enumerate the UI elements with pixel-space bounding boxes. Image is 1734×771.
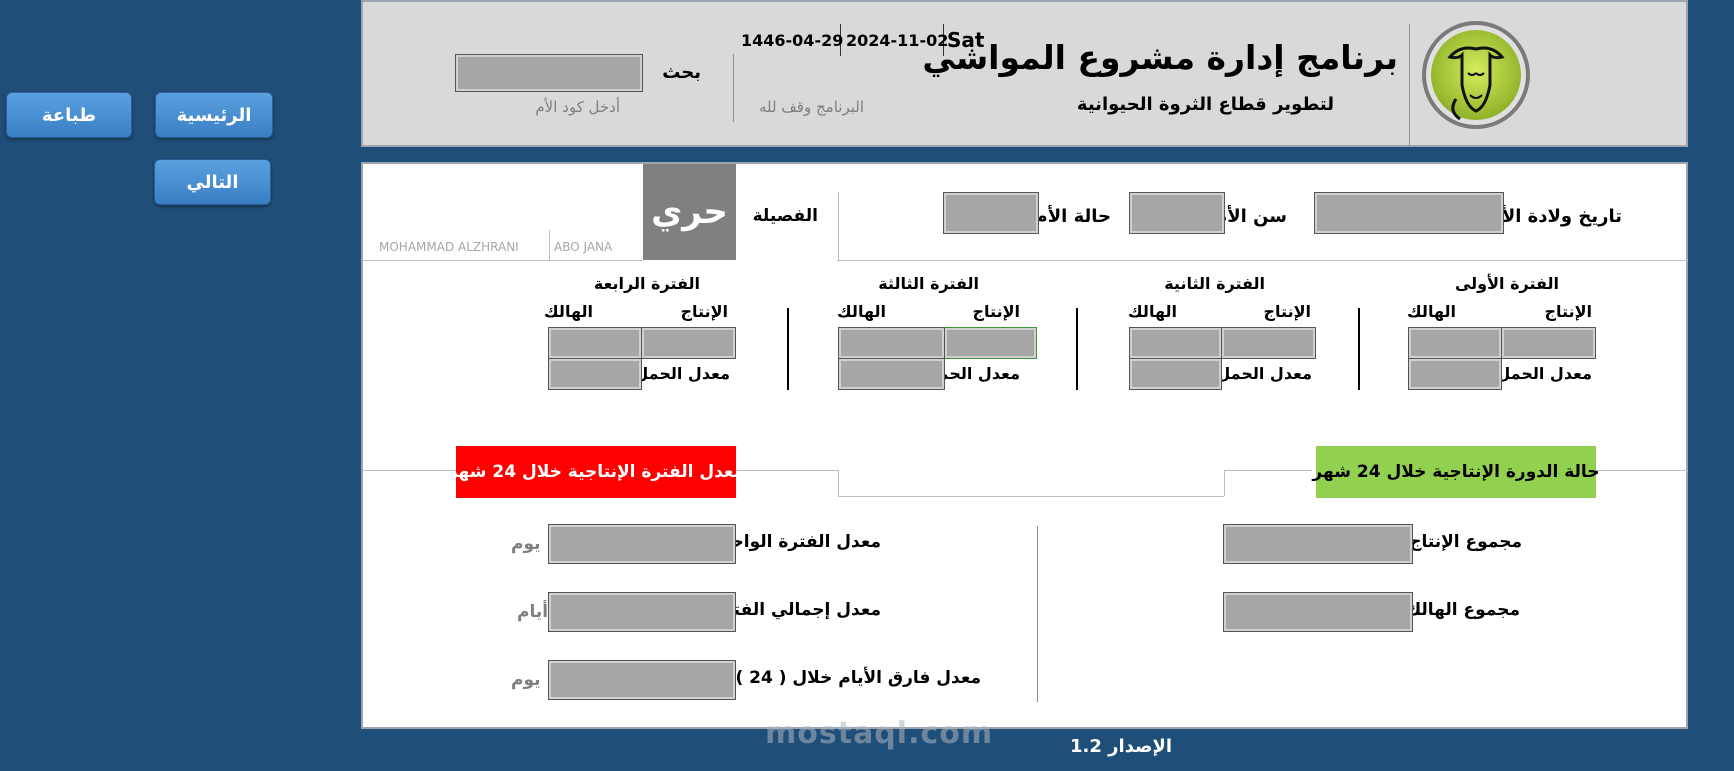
total-dead-label: مجموع الهالك <box>1405 600 1520 620</box>
days-diff-field[interactable] <box>548 660 736 700</box>
single-period-label: معدل الفترة الواحدة <box>711 532 881 552</box>
period-rate-badge: معدل الفترة الإنتاجية خلال 24 شهر <box>448 446 744 498</box>
app-title: برنامج إدارة مشروع المواشي <box>922 38 1398 77</box>
date-gregorian: 2024-11-02 <box>846 31 949 50</box>
sheep-logo-icon <box>1422 21 1530 129</box>
total-period-field[interactable] <box>548 592 736 632</box>
search-label: بحث <box>662 62 701 83</box>
period-1-pregnancy-label: معدل الحمل <box>1496 364 1592 383</box>
date-hijri: 1446-04-29 <box>741 31 844 50</box>
day-label: Sat <box>947 28 985 52</box>
period-2-dead-label: الهالك <box>1128 302 1177 321</box>
period-2-pregnancy-field[interactable] <box>1129 358 1222 390</box>
mother-age-label: سن الأم <box>1214 206 1287 227</box>
period-2-production-field[interactable] <box>1221 327 1316 359</box>
period-2-dead-field[interactable] <box>1129 327 1222 359</box>
period-4-title: الفترة الرابعة <box>593 274 700 293</box>
period-1-production-label: الإنتاج <box>1544 302 1592 321</box>
search-input[interactable] <box>455 54 643 92</box>
single-period-field[interactable] <box>548 524 736 564</box>
birth-date-field[interactable] <box>1314 192 1504 234</box>
app-subtitle: لتطوير قطاع الثروة الحيوانية <box>1076 94 1334 115</box>
period-1-title: الفترة الأولى <box>1454 274 1559 293</box>
version-label: الإصدار 1.2 <box>1070 736 1173 757</box>
period-3-dead-label: الهالك <box>837 302 886 321</box>
period-4-dead-label: الهالك <box>544 302 593 321</box>
birth-date-label: تاريخ ولادة الأم <box>1488 206 1622 227</box>
cycle-status-badge: حالة الدورة الإنتاجية خلال 24 شهر <box>1312 446 1600 498</box>
period-4-pregnancy-field[interactable] <box>548 358 642 390</box>
next-button[interactable]: التالي <box>154 159 271 205</box>
period-4-production-label: الإنتاج <box>680 302 728 321</box>
waqf-note: البرنامج وقف لله <box>758 98 864 116</box>
period-3-dead-field[interactable] <box>838 327 945 359</box>
watermark: mostaql.com <box>765 716 994 751</box>
period-4-pregnancy-label: معدل الحمل <box>634 364 730 383</box>
period-1-production-field[interactable] <box>1501 327 1596 359</box>
header-panel: برنامج إدارة مشروع المواشي لتطوير قطاع ا… <box>361 0 1688 147</box>
mother-age-field[interactable] <box>1129 192 1225 234</box>
credit-name: MOHAMMAD ALZHRANI <box>379 240 519 254</box>
total-dead-field[interactable] <box>1223 592 1413 632</box>
total-production-field[interactable] <box>1223 524 1413 564</box>
period-4-dead-field[interactable] <box>548 327 642 359</box>
period-2-production-label: الإنتاج <box>1263 302 1311 321</box>
main-panel: تاريخ ولادة الأم سن الأم حالة الأم الفصي… <box>361 162 1688 729</box>
credit-nickname: ABO JANA <box>554 240 613 254</box>
period-3-title: الفترة الثالثة <box>878 274 979 293</box>
period-3-production-label: الإنتاج <box>972 302 1020 321</box>
home-button[interactable]: الرئيسية <box>155 92 273 138</box>
single-period-unit: يوم <box>511 534 541 554</box>
period-2-pregnancy-label: معدل الحمل <box>1216 364 1312 383</box>
print-button[interactable]: طباعة <box>6 92 132 138</box>
period-3-pregnancy-field[interactable] <box>838 358 945 390</box>
period-2-title: الفترة الثانية <box>1164 274 1265 293</box>
mother-status-field[interactable] <box>943 192 1039 234</box>
period-3-production-field[interactable] <box>944 327 1037 359</box>
period-1-dead-label: الهالك <box>1407 302 1456 321</box>
mother-status-label: حالة الأم <box>1034 206 1111 227</box>
total-production-label: مجموع الإنتاج <box>1409 532 1522 552</box>
search-hint: أدخل كود الأم <box>535 98 620 116</box>
total-period-label: معدل إجمالي الفترة <box>713 600 881 620</box>
breed-value: حري <box>643 164 736 260</box>
period-1-pregnancy-field[interactable] <box>1408 358 1502 390</box>
period-4-production-field[interactable] <box>641 327 736 359</box>
total-period-unit: أيام <box>517 602 549 622</box>
period-1-dead-field[interactable] <box>1408 327 1502 359</box>
breed-label: الفصيلة <box>752 206 818 226</box>
days-diff-unit: يوم <box>511 670 541 690</box>
